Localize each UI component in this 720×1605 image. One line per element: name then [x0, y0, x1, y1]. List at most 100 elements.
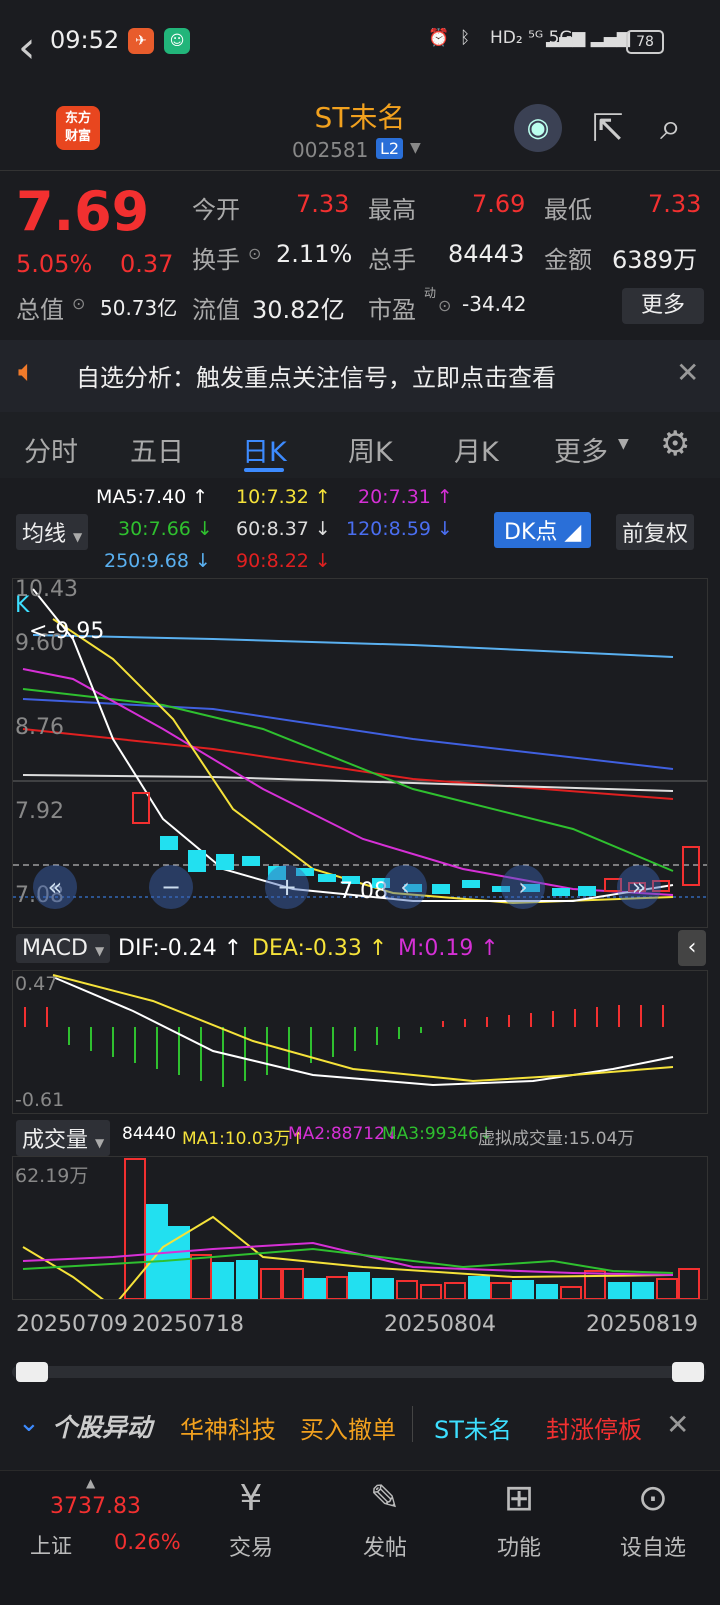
close-icon[interactable]: ✕ [676, 356, 699, 389]
ma60-value: 60:8.37 ↓ [236, 518, 331, 540]
collapse-panel-icon[interactable]: ‹ [678, 930, 706, 966]
turnover-label: 换手 [192, 246, 240, 274]
ticker-event-2[interactable]: 封涨停板 [546, 1410, 642, 1445]
macd-svg [24, 974, 674, 1087]
nav-trade[interactable]: 交易 [206, 1530, 296, 1562]
volume-bar [608, 1282, 630, 1300]
ma30-line [22, 688, 674, 872]
mktcap-value: 50.73亿 [100, 296, 178, 320]
candle [682, 846, 700, 886]
candle [462, 880, 480, 888]
search-icon[interactable]: ⌕ [660, 104, 681, 149]
nav-post[interactable]: 发帖 [340, 1530, 430, 1562]
date-label-1: 20250709 [16, 1312, 128, 1337]
caret-up-icon: ▲ [86, 1476, 96, 1490]
low-marker: 7.08 [339, 879, 388, 904]
pan-left-icon[interactable]: ‹ [383, 865, 427, 909]
candle [318, 874, 336, 882]
post-edit-icon[interactable]: ✎ [340, 1478, 430, 1519]
volume-top: 62.19万 [15, 1165, 89, 1187]
banner-text[interactable]: 自选分析：触发重点关注信号，立即点击查看 [76, 358, 556, 393]
bluetooth-icon: ᛒ [460, 28, 471, 48]
volume-ma1: MA1:10.03万↑ [182, 1129, 305, 1149]
tab-weekly-k[interactable]: 周K [348, 430, 393, 469]
ma5-value: MA5:7.40 ↑ [96, 486, 209, 508]
ma-selector[interactable]: 均线 ▼ [16, 514, 89, 550]
scroll-left-icon[interactable]: « [33, 865, 77, 909]
ticker-stock-2[interactable]: ST未名 [434, 1410, 512, 1445]
candle [132, 792, 150, 824]
dk-point-button[interactable]: DK点 ◢ [494, 512, 592, 548]
close-icon[interactable]: ✕ [666, 1408, 689, 1441]
ma250-value: 250:9.68 ↓ [104, 550, 211, 572]
function-grid-icon[interactable]: ⊞ [474, 1478, 564, 1519]
chevron-down-icon[interactable]: ▼ [618, 436, 629, 452]
pan-right-icon[interactable]: › [501, 865, 545, 909]
range-handle-left[interactable] [16, 1362, 48, 1382]
adjust-button[interactable]: 前复权 [616, 514, 695, 550]
index-name[interactable]: 上证 [30, 1530, 72, 1560]
ma30-value: 30:7.66 ↓ [118, 518, 213, 540]
vol-ma2-line [22, 1241, 674, 1276]
kline-chart[interactable]: 10.43 9.60 8.76 7.92 7.08 K <-9.95 7.08 … [12, 577, 708, 928]
volume-ma3: MA3:99346↓ [382, 1124, 494, 1144]
macd-selector[interactable]: MACD ▼ [16, 934, 111, 963]
current-price: 7.69 [16, 180, 150, 243]
tab-more[interactable]: 更多 [554, 430, 608, 469]
range-scrollbar[interactable] [12, 1366, 706, 1378]
info-icon[interactable]: ⊙ [72, 294, 85, 313]
volume-bar [468, 1276, 490, 1300]
ticker-stock-1[interactable]: 华神科技 [180, 1410, 276, 1445]
ticker-event-1[interactable]: 买入撤单 [300, 1410, 396, 1445]
tab-five-day[interactable]: 五日 [130, 430, 184, 469]
volume-bar [124, 1158, 146, 1300]
nav-function[interactable]: 功能 [474, 1530, 564, 1562]
zoom-in-icon[interactable]: + [265, 865, 309, 909]
tab-daily-k[interactable]: 日K [242, 430, 287, 469]
volume-bar [536, 1284, 558, 1300]
tab-monthly-k[interactable]: 月K [454, 430, 499, 469]
chevron-down-icon[interactable]: ▼ [410, 140, 421, 156]
settings-gear-icon[interactable]: ⚙ [660, 424, 690, 464]
volume-current: 84440 [122, 1124, 177, 1144]
ticker-title: 个股异动 [52, 1413, 153, 1442]
trade-icon[interactable]: ¥ [206, 1478, 296, 1519]
active-tab-indicator [244, 468, 284, 472]
range-handle-right[interactable] [672, 1362, 704, 1382]
macd-dif: DIF:-0.24 ↑ [118, 936, 243, 961]
zoom-out-icon[interactable]: − [149, 865, 193, 909]
low-label: 最低 [544, 196, 592, 224]
scroll-right-icon[interactable]: » [617, 865, 661, 909]
index-value[interactable]: 3737.83 [50, 1494, 141, 1519]
chevron-down-icon[interactable]: ⌄ [18, 1408, 40, 1438]
high-label: 最高 [368, 196, 416, 224]
volume-value: 84443 [448, 240, 525, 268]
level-badge[interactable]: L2 [376, 138, 404, 159]
index-percent[interactable]: 0.26% [114, 1530, 181, 1554]
volume-bar [512, 1280, 534, 1300]
dif-line [52, 976, 674, 1087]
ma10-value: 10:7.32 ↑ [236, 486, 331, 508]
volume-bar [326, 1276, 348, 1300]
info-icon[interactable]: ⊙ [248, 244, 261, 263]
kline-svg [13, 588, 707, 905]
macd-chart: 0.47 -0.61 [12, 970, 708, 1114]
volume-bar [304, 1278, 326, 1300]
dea-line [52, 974, 674, 1083]
ma90-value: 90:8.22 ↓ [236, 550, 331, 572]
more-quote-button[interactable]: 更多 [622, 288, 704, 324]
candle [160, 836, 178, 850]
volume-chart: 62.19万 [12, 1156, 708, 1309]
back-icon[interactable]: ‹ [18, 22, 36, 73]
app-notification-icon: ✈ [128, 28, 154, 54]
open-value: 7.33 [296, 190, 350, 218]
add-watchlist-icon[interactable]: ⊙ [608, 1478, 698, 1519]
tab-intraday[interactable]: 分时 [24, 430, 78, 469]
share-icon[interactable]: ⇱ [592, 106, 624, 150]
robot-assistant-icon[interactable]: ◉ [514, 104, 562, 152]
nav-watchlist[interactable]: 设自选 [608, 1530, 698, 1562]
high-value: 7.69 [472, 190, 526, 218]
info-icon[interactable]: ⊙ [438, 296, 451, 315]
volume-selector[interactable]: 成交量 ▼ [16, 1120, 111, 1156]
signal-icon: ▂▄▆ ▂▄▆ [546, 28, 630, 48]
